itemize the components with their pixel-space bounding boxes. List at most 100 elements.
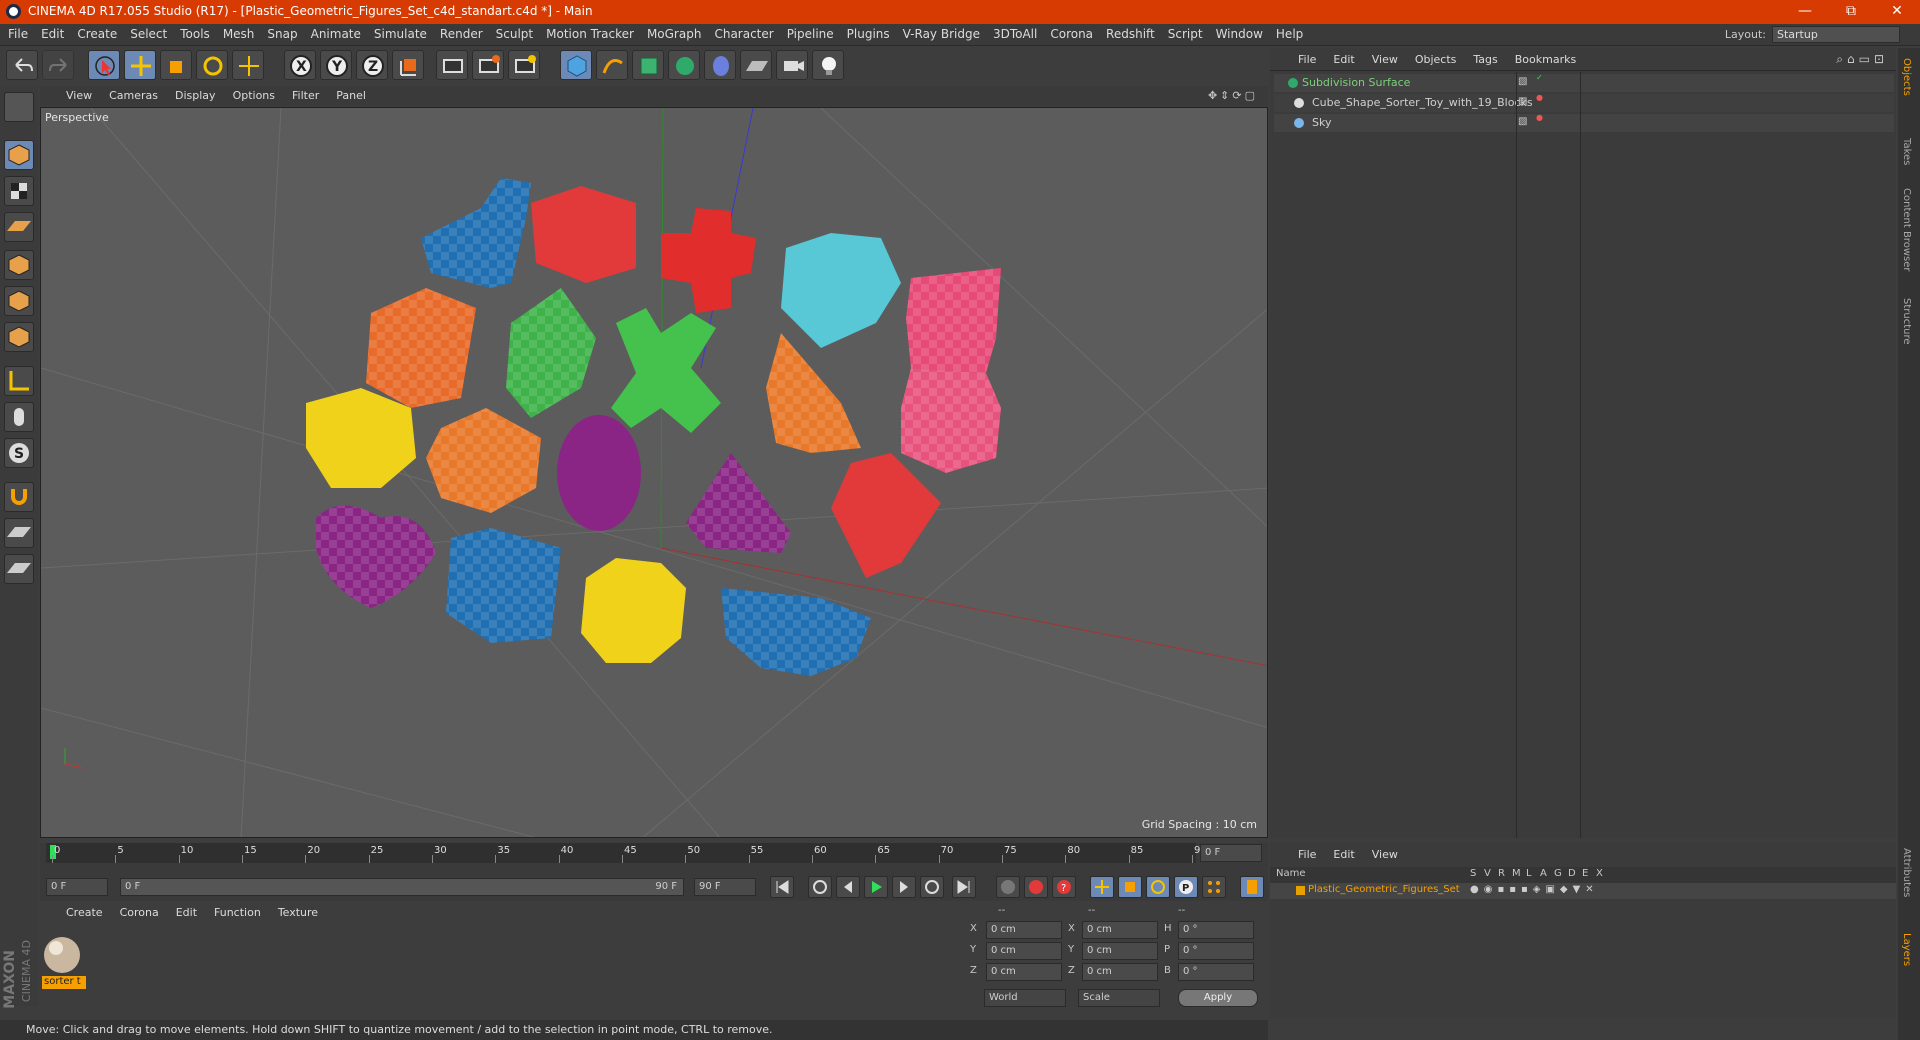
auto-key-button[interactable] <box>1024 876 1048 898</box>
redo-button[interactable] <box>42 50 74 80</box>
key-rotation-button[interactable] <box>1146 876 1170 898</box>
render-view-button[interactable] <box>436 50 468 80</box>
current-frame-field[interactable]: 0 F <box>1200 844 1262 862</box>
z-axis-lock-button[interactable]: Z <box>356 50 388 80</box>
subdivision-surface-button[interactable] <box>632 50 664 80</box>
material-menu-function[interactable]: Function <box>214 906 261 919</box>
menu-3dtoall[interactable]: 3DToAll <box>993 27 1037 41</box>
menu-file[interactable]: File <box>8 27 28 41</box>
key-pla-button[interactable] <box>1202 876 1226 898</box>
coord-value-field[interactable]: 0 cm <box>1082 921 1158 939</box>
cube-object-button[interactable] <box>560 50 592 80</box>
tab-structure[interactable]: Structure <box>1901 298 1912 345</box>
end-frame-field[interactable]: 90 F <box>694 878 756 896</box>
x-axis-lock-button[interactable]: X <box>284 50 316 80</box>
layer-name[interactable]: Plastic_Geometric_Figures_Set <box>1308 884 1460 895</box>
object-menu-objects[interactable]: Objects <box>1415 53 1457 66</box>
object-row[interactable]: Cube_Shape_Sorter_Toy_with_19_Blocks ▧ ● <box>1274 94 1894 112</box>
scale-tool-button[interactable] <box>160 50 192 80</box>
object-visibility-toggles[interactable]: ▧ <box>1518 96 1527 107</box>
tab-content-browser[interactable]: Content Browser <box>1901 188 1912 271</box>
coord-value-field[interactable]: 0 ° <box>1178 942 1254 960</box>
object-visibility-toggles[interactable]: ▧ <box>1518 116 1527 127</box>
layer-row[interactable]: Plastic_Geometric_Figures_Set ●◉▪▪▪◈▣◆▼✕ <box>1270 883 1896 899</box>
menu-plugins[interactable]: Plugins <box>847 27 890 41</box>
key-param-button[interactable]: P <box>1174 876 1198 898</box>
minimize-button[interactable]: — <box>1782 0 1828 24</box>
size-mode-dropdown[interactable]: Scale <box>1078 989 1160 1007</box>
make-editable-button[interactable] <box>4 92 34 122</box>
object-visibility-toggles[interactable]: ▧ <box>1518 76 1527 87</box>
camera-object-button[interactable] <box>776 50 808 80</box>
prev-frame-button[interactable] <box>836 876 860 898</box>
object-menu-bookmarks[interactable]: Bookmarks <box>1515 53 1576 66</box>
coord-mode-dropdown[interactable]: World <box>984 989 1066 1007</box>
menu-redshift[interactable]: Redshift <box>1106 27 1155 41</box>
object-editor-render-dots[interactable]: ● <box>1536 94 1543 102</box>
prev-keyframe-button[interactable] <box>808 876 832 898</box>
object-menu-edit[interactable]: Edit <box>1333 53 1354 66</box>
tab-layers[interactable]: Layers <box>1901 933 1912 966</box>
next-frame-button[interactable] <box>892 876 916 898</box>
layer-menu-file[interactable]: File <box>1298 848 1316 861</box>
magnet-tool-button[interactable] <box>4 482 34 512</box>
object-name[interactable]: Cube_Shape_Sorter_Toy_with_19_Blocks <box>1312 96 1533 109</box>
menu-v-ray-bridge[interactable]: V-Ray Bridge <box>903 27 980 41</box>
viewport-menu-view[interactable]: View <box>66 89 92 102</box>
layer-menu-view[interactable]: View <box>1372 848 1398 861</box>
menu-create[interactable]: Create <box>77 27 117 41</box>
close-button[interactable]: ✕ <box>1874 0 1920 24</box>
material-name-label[interactable]: sorter t <box>42 976 86 989</box>
object-menu-view[interactable]: View <box>1372 53 1398 66</box>
snap-button[interactable]: S <box>4 438 34 468</box>
material-menu-texture[interactable]: Texture <box>278 906 318 919</box>
timeline[interactable]: 051015202530354045505560657075808590 0 F <box>40 843 1268 873</box>
coord-value-field[interactable]: 0 cm <box>986 921 1062 939</box>
viewport-nav-icons[interactable]: ✥⇕⟳▢ <box>1208 89 1258 102</box>
menu-snap[interactable]: Snap <box>267 27 297 41</box>
menu-sculpt[interactable]: Sculpt <box>496 27 533 41</box>
viewport-menu-filter[interactable]: Filter <box>292 89 319 102</box>
workplane-lock-button[interactable] <box>4 518 34 548</box>
undo-button[interactable] <box>6 50 38 80</box>
viewport-menu-panel[interactable]: Panel <box>336 89 366 102</box>
tab-attributes[interactable]: Attributes <box>1901 848 1912 897</box>
coord-value-field[interactable]: 0 ° <box>1178 963 1254 981</box>
rotate-tool-button[interactable] <box>196 50 228 80</box>
render-picture-viewer-button[interactable] <box>472 50 504 80</box>
material-menu-corona[interactable]: Corona <box>120 906 159 919</box>
transform-tool-button[interactable] <box>232 50 264 80</box>
coord-value-field[interactable]: 0 cm <box>1082 963 1158 981</box>
move-tool-button[interactable] <box>124 50 156 80</box>
axis-mode-button[interactable] <box>4 366 34 396</box>
workplane-align-button[interactable] <box>4 554 34 584</box>
object-row[interactable]: Subdivision Surface ▧ ✓ <box>1274 74 1894 92</box>
keyframe-selection-button[interactable]: ? <box>1052 876 1076 898</box>
menu-window[interactable]: Window <box>1216 27 1263 41</box>
light-object-button[interactable] <box>812 50 844 80</box>
menu-pipeline[interactable]: Pipeline <box>787 27 834 41</box>
record-keys-button[interactable] <box>996 876 1020 898</box>
object-name[interactable]: Sky <box>1312 116 1331 129</box>
coordinate-system-button[interactable] <box>392 50 424 80</box>
coord-value-field[interactable]: 0 cm <box>986 942 1062 960</box>
material-thumbnail[interactable] <box>42 935 82 975</box>
perspective-viewport[interactable]: Perspective Grid Spacing : 10 cm <box>40 107 1268 838</box>
object-editor-render-dots[interactable]: ✓ <box>1536 74 1543 82</box>
live-selection-button[interactable] <box>88 50 120 80</box>
material-menu-edit[interactable]: Edit <box>176 906 197 919</box>
object-menu-tags[interactable]: Tags <box>1473 53 1497 66</box>
object-menu-file[interactable]: File <box>1298 53 1316 66</box>
layer-menu-edit[interactable]: Edit <box>1333 848 1354 861</box>
restore-button[interactable]: ⧉ <box>1828 0 1874 24</box>
menu-select[interactable]: Select <box>130 27 167 41</box>
menu-mograph[interactable]: MoGraph <box>647 27 702 41</box>
timeline-window-button[interactable] <box>1240 876 1264 898</box>
menu-animate[interactable]: Animate <box>311 27 361 41</box>
points-mode-button[interactable] <box>4 250 34 280</box>
key-position-button[interactable] <box>1090 876 1114 898</box>
menu-simulate[interactable]: Simulate <box>374 27 427 41</box>
key-scale-button[interactable] <box>1118 876 1142 898</box>
object-editor-render-dots[interactable]: ● <box>1536 114 1543 122</box>
coord-value-field[interactable]: 0 cm <box>1082 942 1158 960</box>
